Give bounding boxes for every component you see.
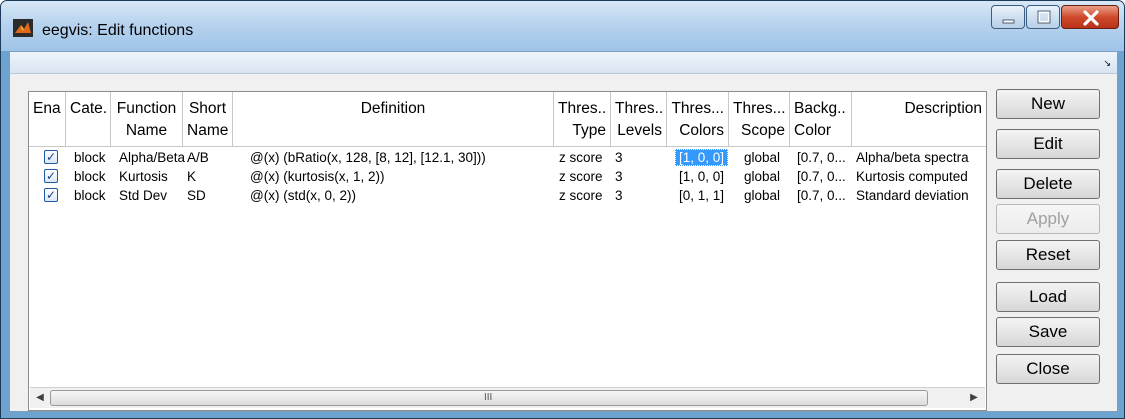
- column-header-label: Cate...: [70, 100, 106, 117]
- close-window-button[interactable]: [1061, 5, 1119, 29]
- definition-cell[interactable]: @(x) (bRatio(x, 128, [8, 12], [12.1, 30]…: [246, 148, 556, 167]
- scrollbar-grip: III: [484, 392, 493, 403]
- function-name-cell[interactable]: Std Dev: [115, 186, 187, 205]
- matlab-app-icon: [13, 19, 33, 37]
- table-row[interactable]: ✓ block Kurtosis K @(x) (kurtosis(x, 1, …: [29, 167, 986, 186]
- maximize-icon: [1037, 10, 1051, 24]
- functions-table[interactable]: Ena... Cate... Function Name Short Name …: [28, 91, 987, 411]
- scroll-right-arrow-icon[interactable]: ▶: [967, 391, 981, 405]
- close-icon: [1083, 10, 1099, 26]
- column-header-label: Type: [572, 122, 606, 139]
- short-name-cell[interactable]: SD: [183, 186, 233, 205]
- column-header-label: Colors: [679, 122, 724, 139]
- column-header-label: Thres...: [733, 100, 785, 117]
- threshold-colors-cell[interactable]: [1, 0, 0]: [675, 148, 737, 167]
- reset-button[interactable]: Reset: [996, 240, 1100, 270]
- threshold-scope-cell[interactable]: global: [740, 186, 792, 205]
- column-header-label: Function: [116, 100, 177, 117]
- edit-button[interactable]: Edit: [996, 129, 1100, 159]
- maximize-button[interactable]: [1026, 5, 1060, 29]
- enabled-cell[interactable]: ✓: [29, 186, 66, 205]
- threshold-levels-cell[interactable]: 3: [611, 186, 667, 205]
- threshold-colors-cell[interactable]: [0, 1, 1]: [675, 186, 737, 205]
- column-header-label: Short: [188, 100, 227, 117]
- horizontal-scrollbar[interactable]: ◀ III ▶: [30, 387, 985, 408]
- column-header-label: Thres...: [615, 100, 662, 117]
- minimize-button[interactable]: [991, 5, 1025, 29]
- column-header-description[interactable]: Description: [852, 92, 986, 147]
- dock-arrow-icon[interactable]: ↘: [1103, 58, 1111, 69]
- column-header-category[interactable]: Cate...: [66, 92, 111, 147]
- save-button[interactable]: Save: [996, 317, 1100, 347]
- selected-cell-value: [1, 0, 0]: [675, 149, 729, 166]
- background-color-cell[interactable]: [0.7, 0...: [793, 148, 853, 167]
- background-color-cell[interactable]: [0.7, 0...: [793, 167, 853, 186]
- column-header-label: Name: [125, 122, 168, 139]
- function-name-cell[interactable]: Alpha/Beta: [115, 148, 187, 167]
- delete-button[interactable]: Delete: [996, 169, 1100, 199]
- column-header-background-color[interactable]: Backg... Color: [790, 92, 852, 147]
- threshold-scope-cell[interactable]: global: [740, 148, 792, 167]
- table-row[interactable]: ✓ block Std Dev SD @(x) (std(x, 0, 2)) z…: [29, 186, 986, 205]
- threshold-type-cell[interactable]: z score: [555, 186, 612, 205]
- enabled-checkbox[interactable]: ✓: [44, 188, 58, 202]
- description-cell[interactable]: Alpha/beta spectra: [852, 148, 986, 167]
- title-bar[interactable]: eegvis: Edit functions: [1, 1, 1124, 51]
- definition-cell[interactable]: @(x) (std(x, 0, 2)): [246, 186, 556, 205]
- enabled-cell[interactable]: ✓: [29, 148, 66, 167]
- category-cell[interactable]: block: [70, 167, 115, 186]
- close-button[interactable]: Close: [996, 354, 1100, 384]
- scrollbar-thumb[interactable]: III: [50, 390, 928, 406]
- client-area: ↘ Ena... Cate... Function Name Short: [9, 51, 1118, 412]
- threshold-type-cell[interactable]: z score: [555, 148, 612, 167]
- column-header-threshold-type[interactable]: Thres... Type: [554, 92, 611, 147]
- scroll-left-arrow-icon[interactable]: ◀: [33, 391, 47, 405]
- threshold-colors-cell[interactable]: [1, 0, 0]: [675, 167, 737, 186]
- threshold-levels-cell[interactable]: 3: [611, 148, 667, 167]
- short-name-cell[interactable]: A/B: [183, 148, 233, 167]
- column-header-label: Thres...: [558, 100, 606, 117]
- column-header-definition[interactable]: Definition: [233, 92, 554, 147]
- enabled-cell[interactable]: ✓: [29, 167, 66, 186]
- apply-button[interactable]: Apply: [996, 204, 1100, 234]
- column-header-threshold-colors[interactable]: Thres... Colors: [667, 92, 729, 147]
- category-cell[interactable]: block: [70, 148, 115, 167]
- new-button[interactable]: New: [996, 89, 1100, 119]
- threshold-type-cell[interactable]: z score: [555, 167, 612, 186]
- column-header-label: Levels: [617, 122, 662, 139]
- threshold-scope-cell[interactable]: global: [740, 167, 792, 186]
- column-header-label: Color: [794, 122, 832, 139]
- short-name-cell[interactable]: K: [183, 167, 233, 186]
- column-header-label: Definition: [360, 100, 426, 117]
- column-header-short-name[interactable]: Short Name: [183, 92, 233, 147]
- column-header-label: Ena...: [33, 100, 61, 117]
- enabled-checkbox[interactable]: ✓: [44, 150, 58, 164]
- category-cell[interactable]: block: [70, 186, 115, 205]
- column-header-label: Description: [904, 100, 982, 117]
- column-header-threshold-scope[interactable]: Thres... Scope: [729, 92, 790, 147]
- toolbar-strip: ↘: [10, 52, 1117, 74]
- table-row[interactable]: ✓ block Alpha/Beta A/B @(x) (bRatio(x, 1…: [29, 148, 986, 167]
- column-header-function-name[interactable]: Function Name: [111, 92, 183, 147]
- description-cell[interactable]: Standard deviation: [852, 186, 986, 205]
- window-controls: [991, 5, 1120, 31]
- column-header-label: Name: [187, 122, 228, 139]
- table-header: Ena... Cate... Function Name Short Name …: [29, 92, 986, 147]
- window-title: eegvis: Edit functions: [42, 22, 194, 39]
- definition-cell[interactable]: @(x) (kurtosis(x, 1, 2)): [246, 167, 556, 186]
- column-header-label: Backg...: [794, 100, 847, 117]
- load-button[interactable]: Load: [996, 282, 1100, 312]
- column-header-enabled[interactable]: Ena...: [29, 92, 66, 147]
- column-header-label: Thres...: [671, 100, 724, 117]
- threshold-levels-cell[interactable]: 3: [611, 167, 667, 186]
- column-header-label: Scope: [741, 122, 785, 139]
- edit-functions-window: eegvis: Edit functions ↘ Ena Cate. Funct…: [0, 0, 1125, 419]
- column-header-threshold-levels[interactable]: Thres... Levels: [611, 92, 667, 147]
- enabled-checkbox[interactable]: ✓: [44, 169, 58, 183]
- background-color-cell[interactable]: [0.7, 0...: [793, 186, 853, 205]
- function-name-cell[interactable]: Kurtosis: [115, 167, 187, 186]
- minimize-icon: [1002, 19, 1015, 24]
- description-cell[interactable]: Kurtosis computed: [852, 167, 986, 186]
